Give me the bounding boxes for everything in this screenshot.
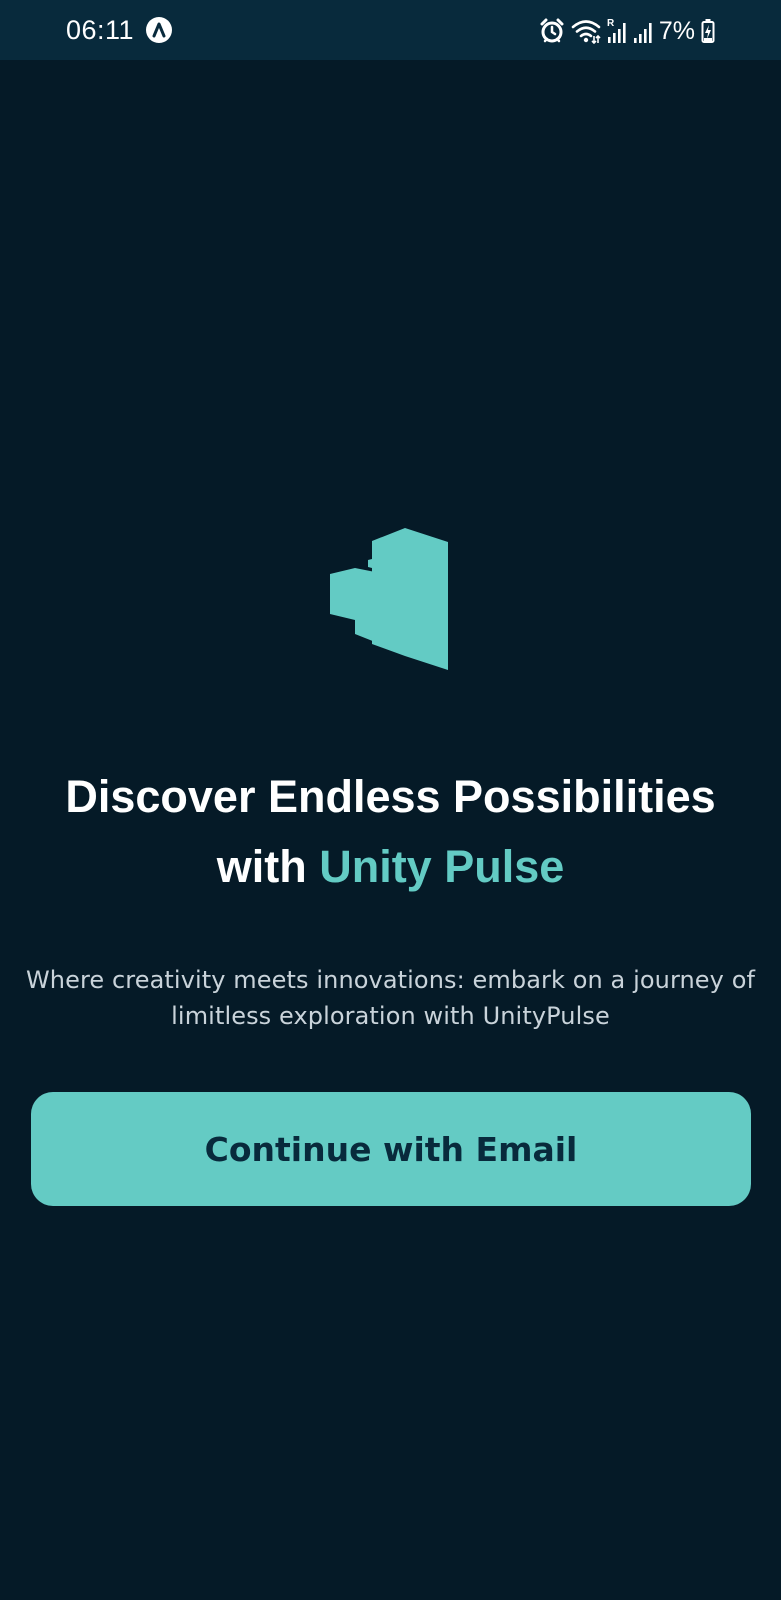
headline-prefix: with [216, 841, 320, 892]
battery-percent: 7% [658, 17, 695, 45]
subtitle: Where creativity meets innovations: emba… [25, 966, 756, 1030]
status-time: 06:11 [66, 15, 135, 45]
continue-with-email-label: Continue with Email [204, 1129, 578, 1169]
status-bar: 06:11 R 7% [0, 0, 781, 60]
signal-roaming-icon: R [607, 17, 627, 45]
navigation-icon [146, 17, 172, 43]
status-icons: R 7% [539, 14, 715, 48]
wifi-icon [571, 18, 601, 44]
svg-text:R: R [607, 18, 615, 29]
alarm-icon [539, 18, 565, 44]
headline-line-1: Discover Endless Possibilities [65, 771, 716, 822]
headline-line-2: with Unity Pulse [0, 832, 781, 902]
battery-charging-icon [701, 18, 715, 44]
headline: Discover Endless Possibilities with Unit… [0, 762, 781, 902]
signal-icon [633, 17, 653, 45]
continue-with-email-button[interactable]: Continue with Email [31, 1092, 751, 1206]
brand-name: Unity Pulse [319, 841, 565, 892]
unity-pulse-logo-icon [330, 528, 452, 670]
